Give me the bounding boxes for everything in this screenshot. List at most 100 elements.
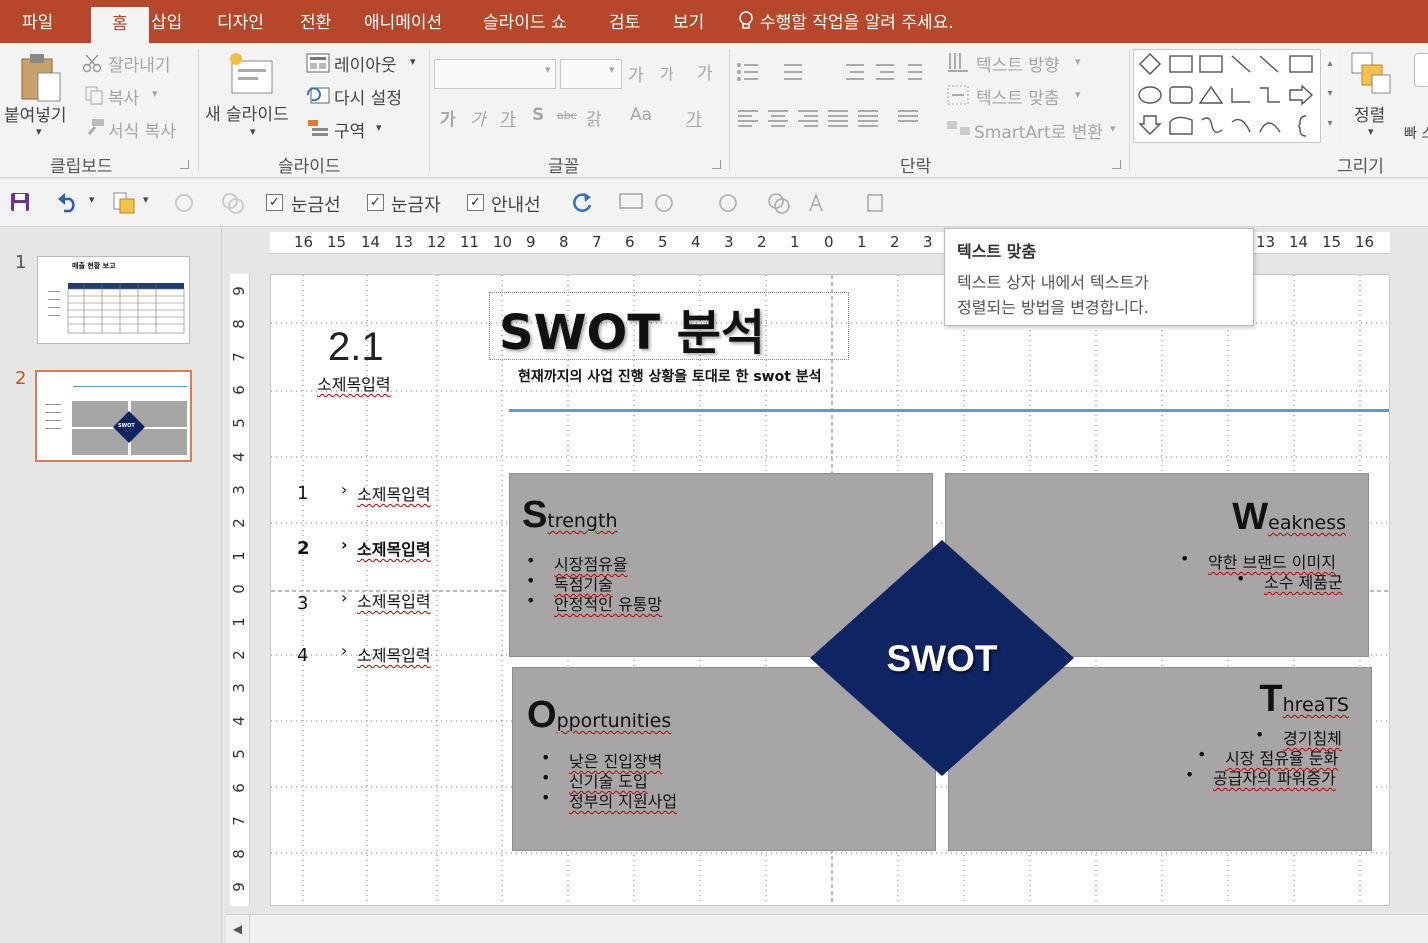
tab-home[interactable]: 홈	[91, 7, 149, 43]
clear-format-button[interactable]: 가	[697, 59, 713, 84]
smartart-button[interactable]: SmartArt로 변환	[974, 118, 1103, 143]
quick-styles-icon[interactable]	[1414, 53, 1428, 87]
slide-title[interactable]: SWOT 분석	[499, 293, 765, 363]
italic-button[interactable]: 가	[470, 105, 486, 130]
arrange-icon[interactable]	[1350, 51, 1392, 95]
font-launcher-icon[interactable]	[712, 160, 721, 169]
repeat-icon[interactable]	[570, 191, 594, 215]
thumb-title-2: SWOT	[118, 423, 135, 429]
reset-button[interactable]: 다시 설정	[334, 84, 402, 109]
new-slide-dropdown-icon[interactable]: ▾	[250, 125, 256, 138]
toc-number: 4	[297, 645, 309, 666]
quick-styles-button[interactable]: 빠 스타	[1404, 123, 1428, 143]
tell-me-box[interactable]: 수행할 작업을 알려 주세요.	[738, 0, 954, 43]
text-direction-dropdown-icon[interactable]: ▾	[1075, 55, 1081, 68]
strength-heading: Strength	[522, 494, 618, 537]
change-case-button[interactable]: Aa	[630, 105, 652, 125]
group-divider	[198, 49, 199, 172]
ruler-tick-label: 16	[294, 233, 314, 251]
tab-design[interactable]: 디자인	[217, 0, 264, 43]
ruler-tick-label: 0	[229, 584, 248, 594]
shapes-gallery[interactable]	[1133, 49, 1339, 143]
char-spacing-button[interactable]: 갉	[586, 105, 602, 130]
ruler-tick-label: 5	[229, 418, 248, 429]
save-icon[interactable]	[9, 191, 31, 213]
align-text-button[interactable]: 텍스트 맞춤	[976, 84, 1060, 109]
text-direction-button[interactable]: 텍스트 방향	[976, 51, 1060, 76]
tell-me-text: 수행할 작업을 알려 주세요.	[760, 13, 954, 33]
font-name-box[interactable]	[434, 59, 556, 89]
swot-center-label: SWOT	[886, 638, 998, 679]
scroll-left-icon[interactable]: ◀	[226, 915, 250, 943]
cut-button[interactable]: 잘라내기	[108, 51, 171, 76]
ruler-tick-label: 3	[229, 683, 248, 693]
section-button[interactable]: 구역	[334, 117, 365, 142]
ruler-checkbox[interactable]: ✓	[367, 194, 384, 211]
new-slide-icon[interactable]	[226, 49, 276, 99]
strikethrough-button[interactable]: abc	[557, 109, 577, 122]
smartart-dropdown-icon[interactable]: ▾	[1110, 122, 1116, 135]
list-buttons-icon[interactable]	[736, 61, 926, 83]
ruler-tick-label: 3	[724, 233, 734, 251]
bold-button[interactable]: 가	[440, 105, 456, 130]
grow-font-button[interactable]: 가	[628, 61, 644, 86]
tab-transitions[interactable]: 전환	[300, 0, 331, 43]
gridlines-checkbox[interactable]: ✓	[266, 194, 283, 211]
layout-dropdown-icon[interactable]: ▾	[410, 55, 416, 68]
tab-slideshow[interactable]: 슬라이드 쇼	[483, 0, 567, 43]
quick-access-toolbar: ▾ ▾ ✓ 눈금선 ✓ 눈금자 ✓ 안내선	[0, 179, 1428, 227]
slide-subtitle[interactable]: 현재까지의 사업 진행 상황을 토대로 한 swot 분석	[518, 366, 822, 386]
toc-arrow-icon: ›	[341, 588, 348, 607]
arrange-button[interactable]: 정렬	[1354, 101, 1385, 126]
undo-icon[interactable]	[56, 191, 82, 213]
underline-button[interactable]: 가	[500, 105, 516, 130]
toc-item: 소제목입력	[357, 592, 431, 611]
tab-animations[interactable]: 애니메이션	[364, 0, 442, 43]
undo-dropdown-icon[interactable]: ▾	[89, 193, 95, 206]
bullet-icon: •	[526, 551, 536, 570]
slide-thumbnail-1[interactable]: 매출 현황 보고	[37, 256, 190, 344]
ruler-tick-label: 11	[460, 233, 480, 251]
tab-file[interactable]: 파일	[22, 0, 53, 43]
format-painter-button[interactable]: 서식 복사	[108, 117, 176, 142]
horizontal-scrollbar[interactable]: ◀	[226, 914, 1428, 943]
slide-from-outline-icon[interactable]	[112, 191, 136, 215]
layout-button[interactable]: 레이아웃	[334, 51, 397, 76]
slide-thumbnail-2[interactable]: SWOT	[35, 370, 192, 462]
bullet-icon: •	[1180, 549, 1190, 568]
copy-dropdown-icon[interactable]: ▾	[152, 87, 158, 100]
paragraph-launcher-icon[interactable]	[1112, 160, 1121, 169]
ruler-tick-label: 2	[890, 233, 900, 251]
paste-icon[interactable]	[18, 51, 64, 103]
tab-review[interactable]: 검토	[609, 0, 640, 43]
thumb-number-2: 2	[15, 368, 27, 389]
shrink-font-button[interactable]: 가	[660, 63, 674, 84]
gallery-scroll[interactable]: ▴ ▾ ▾	[1320, 49, 1339, 143]
clipboard-launcher-icon[interactable]	[180, 160, 189, 169]
ruler-tick-label: 0	[824, 233, 834, 251]
copy-button[interactable]: 복사	[108, 84, 139, 109]
font-size-dropdown-icon[interactable]: ▾	[609, 63, 615, 76]
tab-view[interactable]: 보기	[673, 0, 704, 43]
shapes-gallery-icon[interactable]	[1134, 50, 1320, 142]
section-dropdown-icon[interactable]: ▾	[376, 121, 382, 134]
layout-icon	[306, 53, 330, 73]
tooltip-line: 정렬되는 방법을 변경합니다.	[957, 298, 1149, 317]
font-name-dropdown-icon[interactable]: ▾	[545, 63, 551, 76]
font-color-button[interactable]: 가	[686, 105, 702, 130]
align-text-dropdown-icon[interactable]: ▾	[1075, 88, 1081, 101]
arrange-dropdown-icon[interactable]: ▾	[1368, 125, 1374, 138]
outline-dropdown-icon[interactable]: ▾	[143, 193, 149, 206]
guides-checkbox[interactable]: ✓	[467, 194, 484, 211]
accent-divider	[509, 409, 1389, 412]
ruler-tick-label: 3	[229, 484, 248, 495]
paste-dropdown-icon[interactable]: ▾	[36, 125, 42, 138]
vertical-ruler[interactable]: 9 8 7 6 5 4 3 2 1 0 1 2 3 4 5 6 7 8 9	[230, 274, 250, 906]
alignment-buttons-icon[interactable]	[736, 107, 926, 129]
shadow-button[interactable]: S	[532, 105, 544, 125]
ruler-tick-label: 9	[229, 286, 248, 296]
slide-canvas[interactable]: 2.1 소제목입력 SWOT 분석 현재까지의 사업 진행 상황을 토대로 한 …	[270, 274, 1390, 906]
paste-button[interactable]: 붙여넣기	[4, 101, 67, 126]
new-slide-button[interactable]: 새 슬라이드	[205, 100, 289, 125]
tab-insert[interactable]: 삽입	[151, 0, 182, 43]
